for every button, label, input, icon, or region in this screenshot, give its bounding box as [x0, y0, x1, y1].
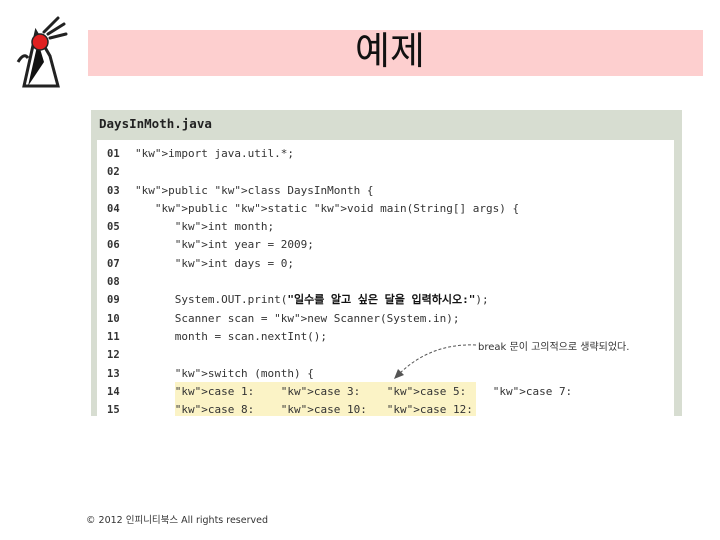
- line-text: System.OUT.print("일수를 알고 싶은 달을 입력하시오:");: [135, 293, 489, 307]
- line-text: "kw">int month;: [174, 220, 275, 234]
- code-line: 01 "kw">import java.util.*;: [97, 145, 677, 163]
- line-number: 11: [107, 330, 120, 343]
- java-duke-icon: [16, 16, 68, 88]
- annotation-note: break 문이 고의적으로 생략되었다.: [478, 342, 630, 353]
- line-number: 14: [107, 385, 120, 398]
- code-line: 07 "kw">int days = 0;: [97, 255, 677, 273]
- code-line: 09 System.OUT.print("일수를 알고 싶은 달을 입력하시오:…: [97, 291, 677, 309]
- code-line: 14 "kw">case 1: "kw">case 3: "kw">case 5…: [97, 383, 677, 401]
- line-text: "kw">int days = 0;: [174, 256, 294, 270]
- annotation-arrow: [394, 344, 477, 379]
- line-text: "kw">import java.util.*;: [135, 147, 294, 160]
- line-text: "kw">case 1: "kw">case 3: "kw">case 5: "…: [174, 384, 573, 398]
- code-line: 10 Scanner scan = "kw">new Scanner(Syste…: [97, 310, 677, 328]
- line-number: 01: [107, 148, 120, 160]
- line-number: 05: [107, 221, 120, 234]
- slide-title: 예제: [355, 29, 425, 73]
- line-text: "kw">case 8: "kw">case 10: "kw">case 12:: [174, 403, 473, 417]
- code-line: 06 "kw">int year = 2009;: [97, 236, 677, 254]
- code-line: 02: [97, 163, 677, 181]
- line-number: 15: [107, 404, 120, 417]
- line-number: 06: [107, 239, 120, 252]
- code-line: 15 "kw">case 8: "kw">case 10: "kw">case …: [97, 401, 677, 419]
- line-number: 07: [107, 257, 120, 270]
- line-number: 03: [107, 184, 120, 197]
- line-text: "kw">public "kw">class DaysInMonth {: [135, 183, 374, 197]
- code-line: 04 "kw">public "kw">static "kw">void mai…: [97, 200, 677, 218]
- code-line: 05 "kw">int month;: [97, 218, 677, 236]
- line-text: month = scan.nextInt();: [135, 329, 328, 343]
- copyright-footer: © 2012 인피니티북스 All rights reserved: [86, 515, 269, 526]
- line-text: "kw">int year = 2009;: [174, 238, 314, 252]
- line-number: 08: [107, 276, 120, 289]
- line-number: 02: [107, 166, 120, 179]
- line-number: 04: [107, 202, 120, 215]
- line-text: "kw">public "kw">static "kw">void main(S…: [154, 201, 520, 215]
- line-text: Scanner scan = "kw">new Scanner(System.i…: [135, 311, 460, 325]
- code-line: 08: [97, 273, 677, 291]
- file-name: DaysInMoth.java: [99, 116, 212, 131]
- line-number: 10: [107, 312, 120, 325]
- line-number: 09: [107, 294, 120, 307]
- line-number: 12: [107, 349, 120, 362]
- code-line: 03 "kw">public "kw">class DaysInMonth {: [97, 182, 677, 200]
- line-text: "kw">switch (month) {: [174, 366, 314, 380]
- line-number: 13: [107, 367, 120, 380]
